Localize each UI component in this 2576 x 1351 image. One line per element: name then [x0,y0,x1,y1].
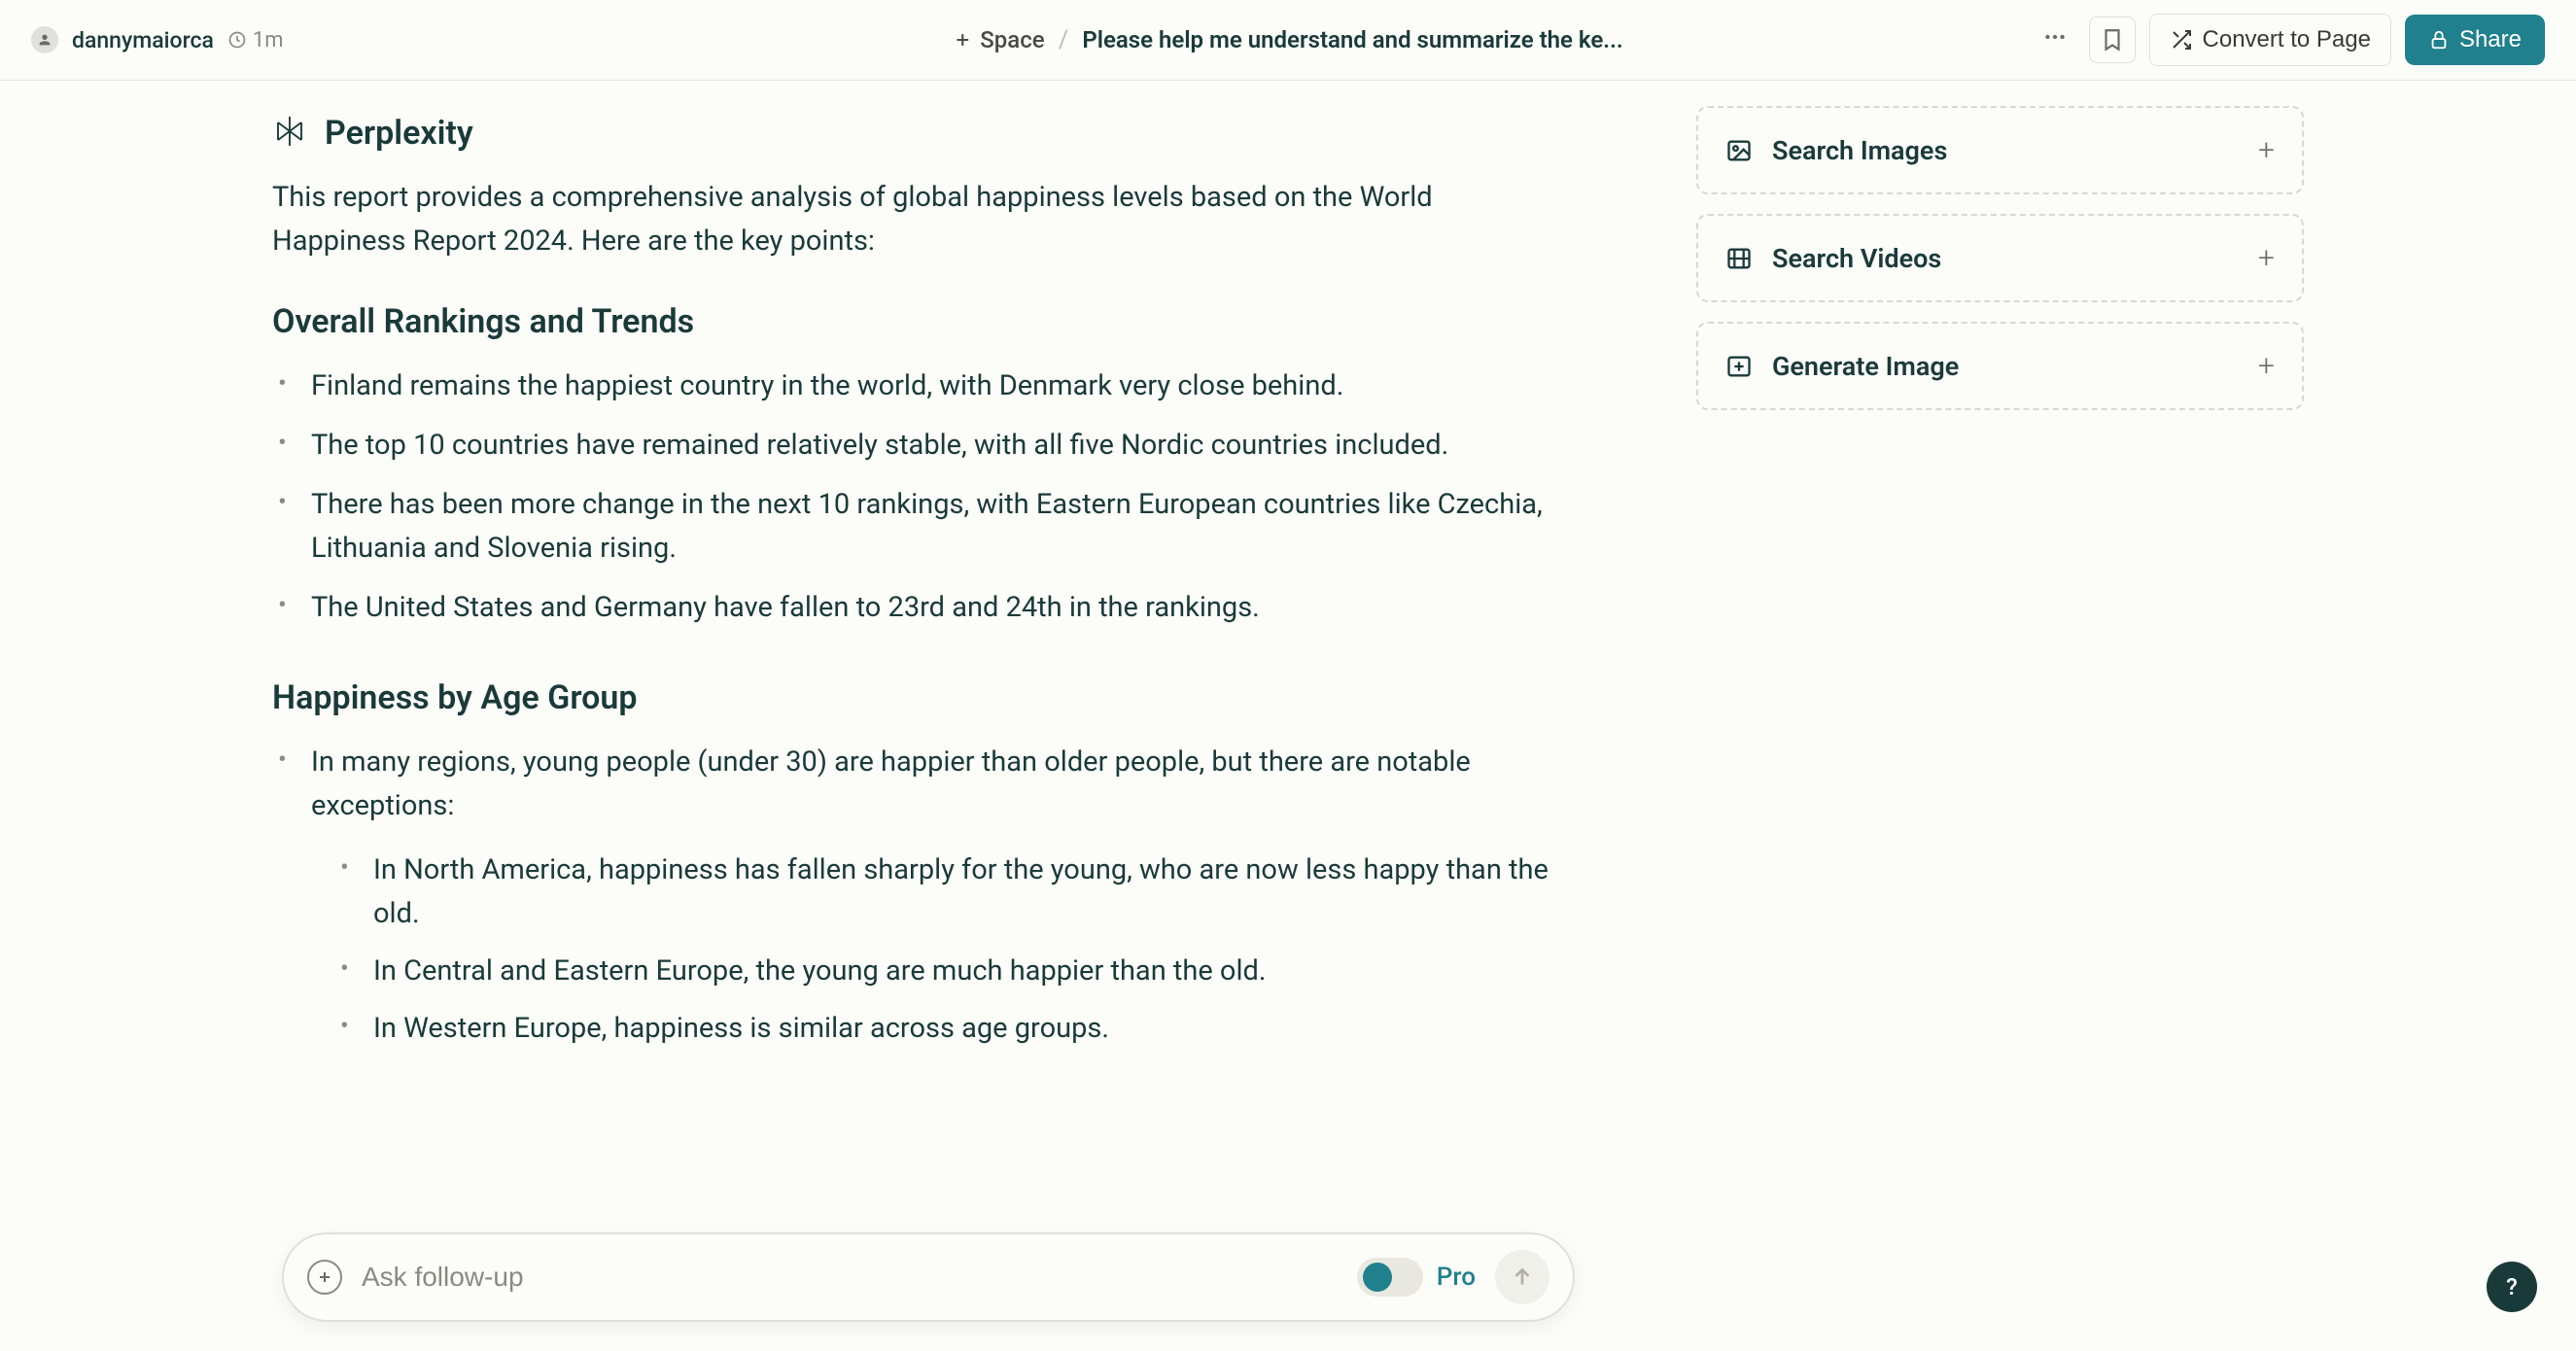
convert-label: Convert to Page [2203,26,2371,53]
plus-icon [953,30,972,50]
video-icon [1725,245,1753,272]
search-images-card[interactable]: Search Images + [1696,106,2304,194]
top-header: dannymaiorca 1m Space / Please help me u… [0,0,2576,81]
list-item: In North America, happiness has fallen s… [373,849,1560,936]
bookmark-button[interactable] [2089,17,2136,63]
article: Perplexity This report provides a compre… [272,96,1560,1066]
user-avatar[interactable] [31,26,58,53]
list-item: The top 10 countries have remained relat… [311,424,1560,468]
section-heading: Overall Rankings and Trends [272,302,1560,341]
share-button[interactable]: Share [2405,15,2545,65]
brand-name: Perplexity [325,114,473,153]
list-item-text: In many regions, young people (under 30)… [311,745,1471,822]
arrow-up-icon [1510,1264,1535,1290]
follow-up-input-bar: Pro [282,1232,1575,1322]
space-label: Space [980,26,1044,53]
header-right: Convert to Page Share [2035,14,2545,66]
bullet-list: In many regions, young people (under 30)… [272,741,1560,1052]
main-content: Perplexity This report provides a compre… [0,96,2576,1066]
card-left: Generate Image [1725,351,1959,382]
lock-icon [2428,29,2450,51]
brand-row: Perplexity [272,114,1560,153]
list-item: In Central and Eastern Europe, the young… [373,950,1560,993]
pro-toggle-wrap: Pro [1357,1258,1476,1297]
plus-icon: + [2258,241,2275,275]
card-left: Search Images [1725,135,1947,166]
timestamp: 1m [227,28,284,52]
clock-icon [227,30,247,50]
attach-button[interactable] [307,1260,342,1295]
space-button[interactable]: Space [953,26,1044,53]
list-item: In many regions, young people (under 30)… [311,741,1560,1052]
page-title[interactable]: Please help me understand and summarize … [1082,26,1622,53]
help-button[interactable]: ? [2487,1262,2537,1312]
card-left: Search Videos [1725,243,1941,274]
more-menu-button[interactable] [2035,17,2075,63]
share-label: Share [2459,26,2522,53]
toggle-knob [1363,1263,1392,1292]
card-label: Search Images [1772,135,1947,166]
input-bar-wrapper: Pro [282,1232,1575,1322]
plus-icon: + [2258,133,2275,167]
list-item: Finland remains the happiest country in … [311,364,1560,408]
bullet-list: Finland remains the happiest country in … [272,364,1560,630]
person-icon [37,32,52,48]
breadcrumb-separator: / [1059,25,1069,54]
image-icon [1725,137,1753,164]
convert-to-page-button[interactable]: Convert to Page [2149,14,2391,66]
shuffle-icon [2170,28,2193,52]
intro-text: This report provides a comprehensive ana… [272,176,1560,263]
generate-image-card[interactable]: Generate Image + [1696,322,2304,410]
card-label: Search Videos [1772,243,1941,274]
list-item: The United States and Germany have falle… [311,586,1560,630]
generate-icon [1725,353,1753,380]
pro-toggle[interactable] [1357,1258,1423,1297]
breadcrumb: Space / Please help me understand and su… [953,25,1622,54]
search-videos-card[interactable]: Search Videos + [1696,214,2304,302]
timestamp-text: 1m [253,28,284,52]
section-heading: Happiness by Age Group [272,678,1560,717]
follow-up-input[interactable] [362,1262,1338,1293]
dots-icon [2042,24,2068,50]
plus-circle-icon [315,1267,334,1287]
perplexity-icon [272,114,307,153]
list-item: There has been more change in the next 1… [311,483,1560,571]
sidebar: Search Images + Search Videos + Generate… [1696,96,2304,1066]
submit-button[interactable] [1495,1250,1549,1304]
header-left: dannymaiorca 1m [31,26,284,53]
pro-label: Pro [1437,1263,1476,1292]
list-item: In Western Europe, happiness is similar … [373,1007,1560,1051]
bookmark-icon [2100,27,2125,52]
nested-list: In North America, happiness has fallen s… [311,849,1560,1051]
plus-icon: + [2258,349,2275,383]
username[interactable]: dannymaiorca [72,27,214,53]
card-label: Generate Image [1772,351,1959,382]
